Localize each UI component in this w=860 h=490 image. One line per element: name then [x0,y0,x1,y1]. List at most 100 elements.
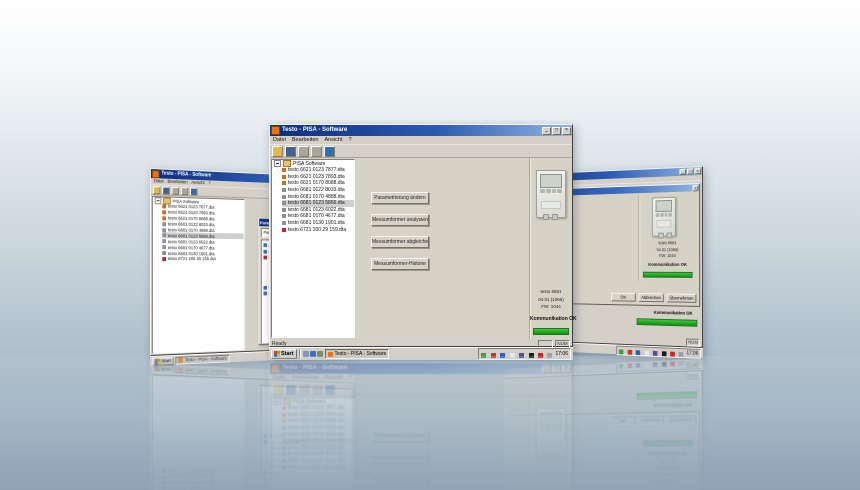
close-button[interactable]: × [562,126,571,135]
tree-item[interactable]: testo 6681 0170 4677.dta [282,213,354,220]
tree-item-label: testo 6621 0123 7877.dta [288,167,345,174]
device-info: testo 6681 04.01 (1066) FW: 1044 [639,240,696,260]
tray-icon[interactable] [619,348,624,354]
tray-icon[interactable] [661,350,667,356]
tree-item[interactable]: testo 6681 0130 1901.dta [282,220,354,227]
tree-item[interactable]: testo 6621 0123 7893.dta [282,174,354,181]
task-button[interactable]: Testo - PISA - Software [175,354,230,365]
file-tree: PISA Software testo 6621 0123 7877.dta t… [271,159,355,338]
tree-root[interactable]: PISA Software [272,160,354,167]
tree-expander-icon[interactable] [274,160,281,167]
tree-expander-icon[interactable] [154,196,162,204]
close-icon[interactable]: × [692,184,699,191]
tree-item[interactable]: testo 6681 0123 6022.dta [282,207,354,214]
toolbar [270,145,572,158]
open-icon[interactable] [272,145,283,157]
save-icon[interactable] [162,185,170,195]
tree-item-label: testo 6681 0122 8033.dta [167,221,215,228]
upload-icon[interactable] [171,186,180,195]
menu-item[interactable]: Bearbeiten [167,178,187,187]
tree-item-label: testo 6721 200 29 159.dta [167,256,216,262]
task-button[interactable]: Testo - PISA - Software [324,349,390,359]
menu-item[interactable]: Ansicht [324,136,342,144]
tree-item-label: testo 6621 0170 8088.dta [288,180,345,187]
tray-icon[interactable] [679,351,684,357]
num-indicator: NUM [555,339,570,348]
menu-item[interactable]: ? [349,136,352,144]
taskbar-divider [298,349,301,359]
file-icon [282,221,286,226]
communication-status: Kommunikation OK [653,309,693,316]
window-content: PISA Software testo 6621 0123 7877.dta t… [270,158,577,339]
tree-item[interactable]: testo 6621 0170 8088.dta [282,180,354,187]
save-icon[interactable] [285,145,296,157]
tray-icon[interactable] [481,353,487,358]
file-icon [282,181,286,186]
action-button[interactable]: Messumformer-Historie [371,258,429,270]
start-button[interactable]: Start [151,356,174,366]
tree-item-label: testo 6621 0123 7893.dta [288,173,345,180]
download-icon[interactable] [311,145,322,157]
file-icon [282,188,286,193]
taskbar-clock: 17:06 [686,349,699,357]
tree-item[interactable]: testo 6721 200 29 159.dta [282,226,354,233]
tray-icon[interactable] [635,349,641,355]
quicklaunch-icon[interactable] [309,351,316,357]
help-icon[interactable] [190,186,198,196]
quicklaunch-icon[interactable] [302,351,309,357]
file-icon [162,251,167,256]
download-icon[interactable] [180,186,189,195]
tree-item-label: testo 6681 0123 5866.dta [288,200,345,207]
dialog-button[interactable]: Abbrechen [638,293,664,303]
action-button[interactable]: Parametrierung ändern [371,192,429,204]
tray-icon[interactable] [538,353,544,358]
tray-icon[interactable] [519,353,525,358]
tray-icon[interactable] [644,350,649,356]
tray-icon[interactable] [652,350,658,356]
tray-icon[interactable] [500,353,506,358]
open-icon[interactable] [152,185,161,194]
tree-item[interactable]: testo 6681 0123 5866.dta [282,199,354,207]
tray-icon[interactable] [627,349,632,355]
menu-item[interactable]: Datei [273,136,286,144]
menu-item[interactable]: Bearbeiten [292,136,319,144]
minimize-button[interactable]: _ [679,168,687,175]
tree-item[interactable]: testo 6721 200 29 159.dta [162,256,243,262]
tree-root-label: PISA Software [172,198,200,204]
windows-logo-icon [154,358,161,365]
tray-icon[interactable] [528,353,534,358]
testo-app-icon [271,126,280,135]
tray-icon[interactable] [547,353,553,358]
communication-status: Kommunikation OK [648,262,687,267]
tray-icon[interactable] [490,353,496,358]
file-icon [162,204,167,209]
tray-icon[interactable] [509,353,515,358]
maximize-button[interactable]: □ [686,168,694,175]
menu-bar: Datei Bearbeiten Ansicht ? [270,136,572,145]
task-label: Testo - PISA - Software [184,355,227,363]
action-button[interactable]: Messumformer analysieren/testen [371,214,429,226]
tree-item[interactable]: testo 6681 0122 8033.dta [282,187,354,194]
tray-icon[interactable] [670,351,675,357]
menu-item[interactable]: Datei [154,177,164,185]
device-version: 04.01 (1066) [538,296,564,302]
menu-item[interactable]: Ansicht [191,179,204,187]
maximize-button[interactable]: □ [552,126,561,135]
start-button[interactable]: Start [271,349,297,359]
close-button[interactable]: × [694,168,702,175]
help-icon[interactable] [324,145,335,157]
pisa-main-window: Testo - PISA - Software _ □ × Datei Bear… [269,124,577,348]
upload-icon[interactable] [298,145,309,157]
file-icon [282,174,286,179]
tree-item[interactable]: testo 6681 0170 4888.dta [282,193,354,200]
quicklaunch-icon[interactable] [316,351,323,357]
tree-item[interactable]: testo 6621 0123 7877.dta [282,167,354,174]
minimize-button[interactable]: _ [542,126,551,135]
tree-item-label: testo 6681 0130 1901.dta [288,220,345,227]
dialog-button[interactable]: Übernehmen [666,293,697,303]
device-panel: testo 6681 04.01 (1066) FW: 1044 Kommuni… [638,194,697,282]
dialog-button[interactable]: OK [611,292,636,302]
menu-item[interactable]: ? [208,179,210,187]
action-button[interactable]: Messumformer abgleichen [371,236,429,248]
file-icon [162,216,167,221]
